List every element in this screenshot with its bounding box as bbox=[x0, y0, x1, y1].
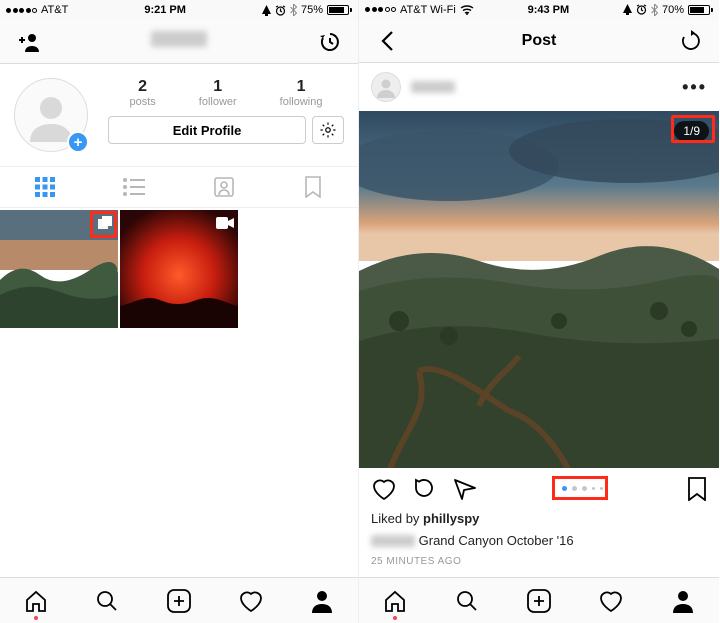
bluetooth-icon bbox=[290, 4, 297, 16]
blurred-username[interactable] bbox=[371, 535, 415, 547]
post-time: 25 MINUTES AGO bbox=[371, 554, 707, 569]
nav-title bbox=[46, 31, 312, 52]
save-button[interactable] bbox=[687, 477, 707, 501]
carousel-icon bbox=[96, 214, 114, 232]
comment-button[interactable] bbox=[413, 477, 437, 501]
phone-post: AT&T Wi-Fi 9:43 PM 70% Post ••• bbox=[359, 0, 719, 623]
tab-home[interactable] bbox=[23, 588, 49, 614]
post-avatar[interactable] bbox=[371, 72, 401, 102]
tab-bar bbox=[0, 577, 358, 623]
battery-percent: 70% bbox=[662, 4, 684, 16]
grid-post[interactable] bbox=[0, 210, 118, 328]
clock: 9:21 PM bbox=[144, 4, 186, 16]
caption-text: Grand Canyon October '16 bbox=[419, 533, 574, 548]
tab-profile[interactable] bbox=[309, 588, 335, 614]
settings-button[interactable] bbox=[312, 116, 344, 144]
caption-row: Grand Canyon October '16 bbox=[371, 531, 707, 551]
nav-bar: Post bbox=[359, 20, 719, 64]
battery-icon bbox=[327, 5, 352, 15]
grid-post[interactable] bbox=[120, 210, 238, 328]
nav-title: Post bbox=[405, 32, 673, 50]
tab-profile[interactable] bbox=[670, 588, 696, 614]
signal-dots-icon bbox=[365, 7, 396, 12]
avatar[interactable]: + bbox=[14, 78, 88, 152]
tab-bar bbox=[359, 577, 719, 623]
tab-grid[interactable] bbox=[0, 167, 90, 207]
carousel-counter: 1/9 bbox=[674, 121, 709, 141]
stat-posts[interactable]: 2posts bbox=[129, 78, 155, 108]
clock: 9:43 PM bbox=[528, 4, 570, 16]
tab-tagged[interactable] bbox=[179, 167, 269, 207]
alarm-icon bbox=[636, 4, 647, 15]
stat-followers[interactable]: 1follower bbox=[199, 78, 237, 108]
archive-button[interactable] bbox=[312, 30, 348, 54]
carrier-label: AT&T Wi-Fi bbox=[400, 4, 456, 16]
refresh-button[interactable] bbox=[673, 30, 709, 52]
post-header: ••• bbox=[359, 63, 719, 111]
tab-saved[interactable] bbox=[269, 167, 359, 207]
video-icon bbox=[216, 214, 234, 232]
blurred-username[interactable] bbox=[411, 81, 455, 93]
view-tabs bbox=[0, 166, 358, 208]
bluetooth-icon bbox=[651, 4, 658, 16]
profile-stats: 2posts 1follower 1following bbox=[108, 78, 344, 108]
add-people-button[interactable] bbox=[10, 32, 46, 52]
blurred-username bbox=[151, 31, 207, 47]
post-actions bbox=[359, 468, 719, 510]
add-story-icon[interactable]: + bbox=[67, 131, 89, 153]
notification-dot-icon bbox=[393, 616, 397, 620]
post-meta: Liked by phillyspy Grand Canyon October … bbox=[359, 509, 719, 577]
likes-row[interactable]: Liked by phillyspy bbox=[371, 509, 707, 529]
battery-percent: 75% bbox=[301, 4, 323, 16]
status-bar: AT&T 9:21 PM 75% bbox=[0, 0, 358, 20]
carousel-dots bbox=[562, 486, 603, 491]
posts-grid bbox=[0, 208, 358, 328]
tab-activity[interactable] bbox=[238, 588, 264, 614]
carrier-label: AT&T bbox=[41, 4, 68, 16]
share-button[interactable] bbox=[453, 478, 477, 500]
stat-following[interactable]: 1following bbox=[280, 78, 323, 108]
tab-home[interactable] bbox=[382, 588, 408, 614]
wifi-icon bbox=[460, 5, 474, 15]
profile-header: + 2posts 1follower 1following Edit Profi… bbox=[0, 64, 358, 160]
battery-icon bbox=[688, 5, 713, 15]
location-icon bbox=[623, 4, 632, 15]
notification-dot-icon bbox=[34, 616, 38, 620]
like-button[interactable] bbox=[371, 477, 397, 501]
post-photo[interactable]: 1/9 bbox=[359, 111, 719, 468]
phone-profile: AT&T 9:21 PM 75% + bbox=[0, 0, 359, 623]
tab-activity[interactable] bbox=[598, 588, 624, 614]
alarm-icon bbox=[275, 5, 286, 16]
location-icon bbox=[262, 5, 271, 16]
nav-bar bbox=[0, 20, 358, 64]
tab-search[interactable] bbox=[94, 588, 120, 614]
more-button[interactable]: ••• bbox=[682, 77, 707, 98]
status-bar: AT&T Wi-Fi 9:43 PM 70% bbox=[359, 0, 719, 20]
tab-add[interactable] bbox=[166, 588, 192, 614]
signal-dots-icon bbox=[6, 8, 37, 13]
tab-search[interactable] bbox=[454, 588, 480, 614]
tab-list[interactable] bbox=[90, 167, 180, 207]
back-button[interactable] bbox=[369, 30, 405, 52]
tab-add[interactable] bbox=[526, 588, 552, 614]
edit-profile-button[interactable]: Edit Profile bbox=[108, 116, 306, 144]
